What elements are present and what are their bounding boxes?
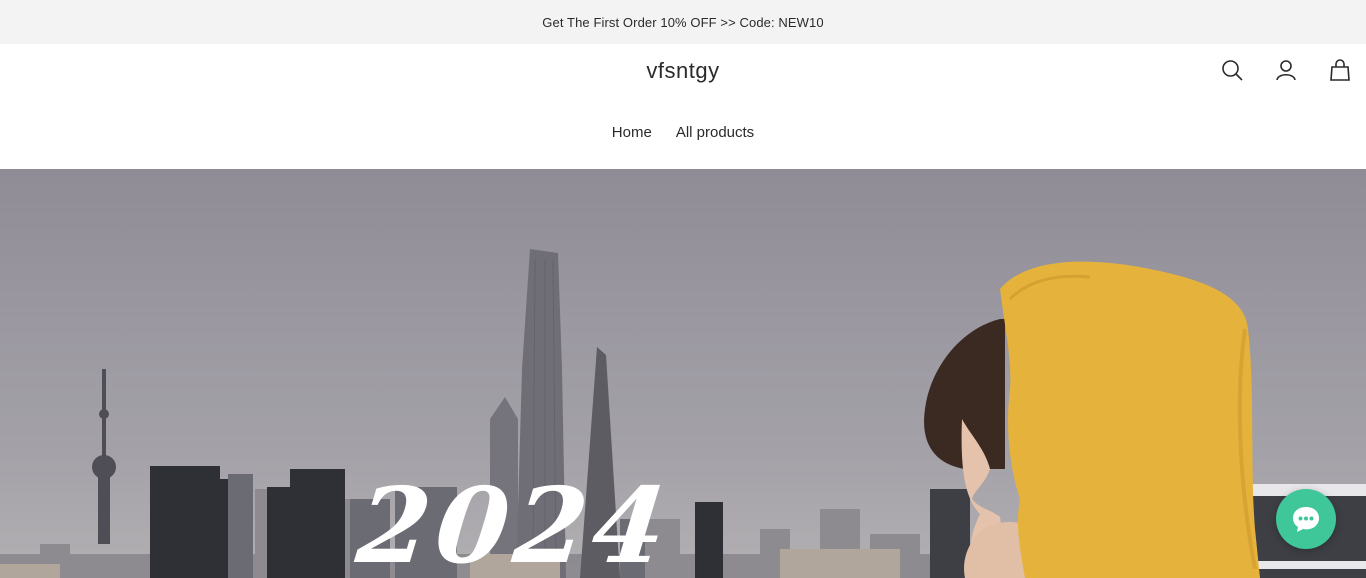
hero-headline: 2024 bbox=[351, 464, 678, 578]
site-header: vfsntgy Home All products bbox=[0, 44, 1366, 169]
cart-icon[interactable] bbox=[1328, 58, 1352, 82]
nav-item-home[interactable]: Home bbox=[612, 124, 652, 141]
announcement-bar: Get The First Order 10% OFF >> Code: NEW… bbox=[0, 0, 1366, 44]
nav-item-all-products[interactable]: All products bbox=[676, 124, 754, 141]
chat-button[interactable] bbox=[1276, 489, 1336, 549]
main-nav: Home All products bbox=[0, 124, 1366, 141]
hero-banner: 2024 bbox=[0, 169, 1366, 578]
store-logo[interactable]: vfsntgy bbox=[0, 58, 1366, 84]
account-icon[interactable] bbox=[1274, 58, 1298, 82]
announcement-text: Get The First Order 10% OFF >> Code: NEW… bbox=[542, 14, 824, 30]
search-icon[interactable] bbox=[1220, 58, 1244, 82]
header-icons bbox=[1220, 58, 1352, 82]
hero-image bbox=[0, 249, 1366, 578]
chat-bubble-icon bbox=[1293, 507, 1319, 532]
